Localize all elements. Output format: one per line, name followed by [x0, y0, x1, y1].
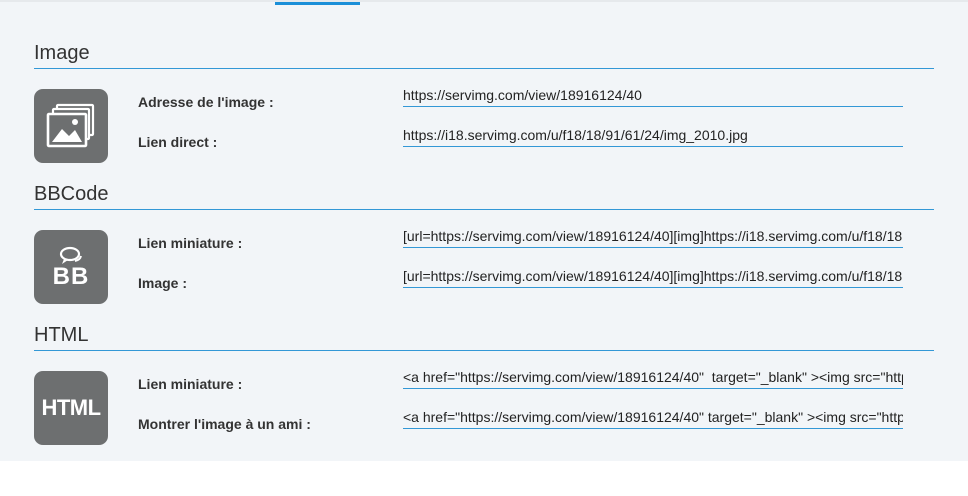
html-icon-label: HTML — [41, 395, 101, 420]
bbcode-section: BBCode BB Lien miniature : Image : — [34, 181, 934, 304]
row-html-share: Montrer l'image à un ami : — [138, 404, 904, 434]
row-bbcode-image: Image : — [138, 263, 904, 293]
bbcode-icon-label: BB — [52, 263, 90, 290]
row-label: Image : — [138, 275, 188, 291]
bbcode-chat-icon: BB — [34, 230, 108, 304]
row-label: Lien miniature : — [138, 235, 243, 251]
html-section: HTML HTML Lien miniature : Montrer l'ima… — [34, 322, 934, 445]
direct-link-field[interactable] — [403, 124, 903, 147]
share-links-panel: Image Adresse de l'image : Lien direct : — [0, 0, 968, 461]
bbcode-thumbnail-field[interactable] — [403, 225, 903, 248]
section-title-html: HTML — [34, 322, 934, 351]
active-tab-indicator — [275, 2, 360, 5]
bbcode-image-field[interactable] — [403, 265, 903, 288]
image-gallery-icon — [34, 89, 108, 163]
html-thumbnail-field[interactable] — [403, 366, 903, 389]
row-label: Montrer l'image à un ami : — [138, 416, 311, 432]
section-title-image: Image — [34, 40, 934, 69]
row-label: Lien direct : — [138, 134, 218, 150]
row-bbcode-thumbnail: Lien miniature : — [138, 223, 904, 253]
row-html-thumbnail: Lien miniature : — [138, 364, 904, 394]
image-address-field[interactable] — [403, 84, 903, 107]
html-share-field[interactable] — [403, 406, 903, 429]
html-icon: HTML — [34, 371, 108, 445]
row-label: Lien miniature : — [138, 376, 243, 392]
section-title-bbcode: BBCode — [34, 181, 934, 210]
row-label: Adresse de l'image : — [138, 94, 274, 110]
row-direct-link: Lien direct : — [138, 122, 904, 152]
image-section: Image Adresse de l'image : Lien direct : — [34, 40, 934, 163]
row-image-address: Adresse de l'image : — [138, 82, 904, 112]
